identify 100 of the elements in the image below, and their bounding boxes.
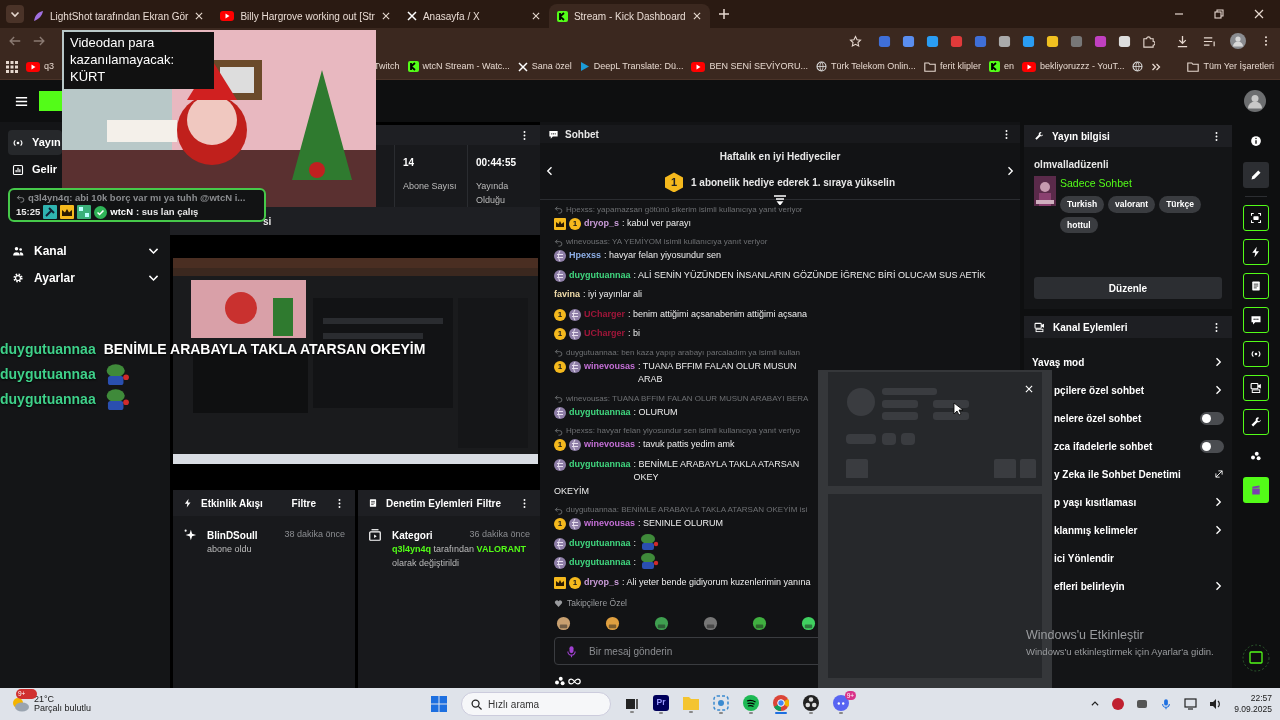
rail-button[interactable] — [1243, 341, 1269, 367]
username[interactable]: wtcN — [110, 205, 133, 220]
volume-icon[interactable] — [1209, 698, 1223, 710]
star-icon[interactable] — [849, 34, 862, 48]
action-label[interactable]: p yaşı kısıtlaması — [1054, 494, 1212, 510]
username[interactable]: dryop_s — [584, 216, 619, 231]
bookmark[interactable]: ferit klipler — [923, 59, 981, 74]
dropdown-icon[interactable] — [6, 5, 24, 23]
browser-tab[interactable]: Billy Hargrove working out [Str — [212, 4, 399, 28]
restore-icon[interactable] — [1214, 9, 1224, 19]
close-icon[interactable] — [530, 11, 541, 21]
username[interactable]: favina — [554, 288, 580, 302]
bookmark[interactable]: DeepL Translate: Dü... — [579, 59, 684, 74]
rail-button[interactable] — [1243, 273, 1269, 299]
tag[interactable]: Türkçe — [1159, 195, 1202, 213]
rail-button[interactable] — [1243, 205, 1269, 231]
bookmark[interactable]: Tüm Yer İşaretleri — [1187, 59, 1274, 74]
username[interactable]: winevousas — [584, 359, 636, 374]
back-icon[interactable] — [8, 34, 22, 48]
close-icon[interactable] — [380, 11, 391, 21]
bookmark[interactable]: wtcN Stream - Watc... — [407, 59, 510, 74]
emote-icon[interactable] — [654, 616, 669, 631]
clock[interactable]: 22:57 9.09.2025 — [1234, 693, 1272, 715]
extension-icon[interactable] — [902, 34, 915, 48]
playlist-icon[interactable] — [1203, 34, 1216, 48]
bookmark[interactable]: q3 — [26, 59, 54, 74]
bookmark-icon[interactable] — [1132, 61, 1144, 72]
toggle-switch[interactable] — [1200, 411, 1224, 425]
microphone-icon[interactable] — [565, 645, 578, 658]
extension-icon[interactable] — [926, 34, 939, 48]
sidebar-item[interactable]: Ayarlar — [8, 265, 170, 290]
avatar-icon[interactable] — [1230, 33, 1246, 49]
tray-app-icon[interactable] — [1136, 698, 1149, 710]
rail-button[interactable] — [1243, 375, 1269, 401]
chrome-icon[interactable] — [773, 694, 790, 711]
action-label[interactable]: y Zeka ile Sohbet Denetimi — [1054, 466, 1214, 482]
emote-icon[interactable] — [556, 616, 571, 631]
collapse-icon[interactable] — [774, 194, 786, 205]
username[interactable]: duygutuannaa — [569, 268, 631, 283]
tray-app-icon[interactable] — [1112, 698, 1125, 710]
close-icon[interactable] — [691, 11, 702, 21]
emote-icon[interactable] — [703, 616, 718, 631]
extension-icon[interactable] — [1118, 34, 1131, 48]
sidebar-item[interactable]: Gelir — [8, 157, 62, 182]
network-icon[interactable] — [1184, 698, 1198, 710]
tag[interactable]: Turkish — [1060, 195, 1105, 213]
username[interactable]: winevousas — [584, 517, 636, 531]
extension-icon[interactable] — [998, 34, 1011, 48]
emote-icon[interactable] — [605, 616, 620, 631]
avatar-icon[interactable] — [1244, 90, 1266, 112]
sidebar-item[interactable]: Yayın — [8, 130, 62, 155]
close-icon[interactable] — [1254, 9, 1264, 19]
filter-button[interactable]: Filtre — [476, 495, 501, 511]
bookmark[interactable]: Türk Telekom Onlin... — [816, 59, 916, 74]
external-link-icon[interactable] — [1214, 469, 1224, 480]
extension-icon[interactable] — [1046, 34, 1059, 48]
microphone-icon[interactable] — [1160, 698, 1173, 710]
bookmark[interactable]: Sana özel — [517, 59, 572, 74]
spotify-icon[interactable] — [743, 694, 760, 711]
puzzle-icon[interactable] — [1142, 34, 1155, 48]
rail-button[interactable] — [1243, 239, 1269, 265]
browser-tab[interactable]: Anasayfa / X — [398, 4, 549, 28]
tag[interactable]: hottul — [1060, 216, 1098, 234]
category-link[interactable]: Sadece Sohbet — [1060, 176, 1222, 192]
bookmark[interactable]: en — [988, 59, 1014, 74]
action-label[interactable]: Yavaş mod — [1032, 354, 1212, 370]
action-label[interactable]: ici Yönlendir — [1054, 550, 1224, 566]
browser-tab[interactable]: LightShot tarafından Ekran Gör — [24, 4, 213, 28]
username[interactable]: duygutuannaa — [569, 536, 631, 551]
apps-icon[interactable] — [6, 60, 18, 73]
forward-icon[interactable] — [32, 34, 46, 48]
filter-button[interactable]: Filtre — [291, 495, 316, 511]
username[interactable]: winevousas — [584, 438, 636, 452]
rail-button[interactable] — [1243, 307, 1269, 333]
extension-icon[interactable] — [1022, 34, 1035, 48]
action-label[interactable]: klanmış kelimeler — [1054, 522, 1212, 538]
username[interactable]: duygutuannaa — [569, 457, 631, 472]
rail-button[interactable] — [1243, 409, 1269, 435]
action-label[interactable]: nelere özel sohbet — [1054, 410, 1200, 426]
sidebar-item[interactable]: Kanal — [8, 238, 170, 263]
new-tab-icon[interactable] — [717, 8, 730, 20]
obs-icon[interactable] — [803, 694, 820, 711]
chat-popout-icon[interactable] — [1242, 644, 1270, 672]
download-icon[interactable] — [1176, 34, 1189, 48]
search-field[interactable]: Hızlı arama — [461, 692, 612, 716]
browser-tab[interactable]: Stream - Kick Dashboard — [548, 4, 710, 28]
action-label[interactable]: efleri belirleyin — [1054, 578, 1212, 594]
username[interactable]: Hpexss — [569, 249, 602, 263]
start-icon[interactable] — [431, 696, 448, 712]
edit-button[interactable]: Düzenle — [1034, 277, 1222, 300]
username[interactable]: dryop_s — [584, 575, 619, 590]
close-icon[interactable] — [194, 11, 205, 21]
emote-icon[interactable] — [752, 616, 767, 631]
bookmark[interactable]: bekliyoruzzz - YouT... — [1021, 59, 1125, 74]
bookmark[interactable]: BEN SENİ SEVİYORU... — [691, 59, 808, 74]
emote-icon[interactable] — [801, 616, 816, 631]
chevron-up-icon[interactable] — [1090, 699, 1101, 709]
action-label[interactable]: pçilere özel sohbet — [1054, 382, 1212, 398]
rail-button[interactable] — [1243, 162, 1269, 188]
toggle-switch[interactable] — [1200, 439, 1224, 453]
